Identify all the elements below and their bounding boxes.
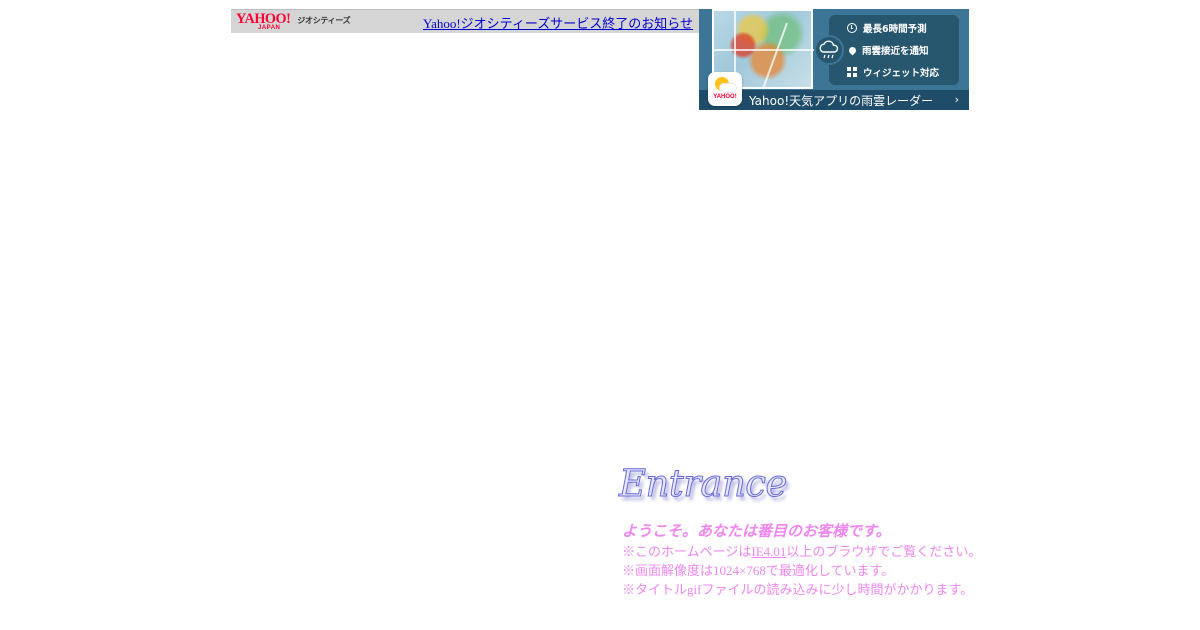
- ad-feature-label: ウィジェット対応: [863, 68, 940, 79]
- clock-icon: [847, 23, 857, 33]
- ad-feature-widget: ウィジェット対応: [847, 65, 939, 79]
- welcome-message: ようこそ。あなたは番目のお客様です。: [622, 522, 891, 540]
- weather-app-icon: YAHOO!: [708, 72, 742, 106]
- ad-cta-text: Yahoo!天気アプリの雨雲レーダー: [749, 94, 934, 108]
- geocities-header-bar: YAHOO! JAPAN ジオシティーズ Yahoo!ジオシティーズサービス終了…: [231, 9, 699, 33]
- loading-time-note: ※タイトルgifファイルの読み込みに少し時間がかかります。: [622, 582, 974, 597]
- ad-feature-label: 雨雲接近を通知: [862, 46, 929, 57]
- service-end-notice-link[interactable]: Yahoo!ジオシティーズサービス終了のお知らせ: [423, 13, 693, 32]
- note-text: 以上のブラウザでご覧ください。: [786, 544, 982, 559]
- yahoo-logo-subtext: JAPAN: [258, 25, 281, 31]
- ie-version-link[interactable]: IE4.01: [751, 544, 786, 559]
- resolution-note: ※画面解像度は1024×768で最適化しています。: [622, 563, 895, 578]
- ad-feature-label: 最長6時間予測: [863, 24, 927, 35]
- widget-icon: [847, 67, 857, 77]
- ad-feature-panel: 最長6時間予測 雨雲接近を通知 ウィジェット対応: [829, 15, 959, 85]
- page: YAHOO! JAPAN ジオシティーズ Yahoo!ジオシティーズサービス終了…: [0, 0, 1200, 630]
- browser-notes: ※このホームページはIE4.01以上のブラウザでご覧ください。 ※画面解像度は1…: [622, 542, 981, 599]
- yahoo-geocities-logo[interactable]: YAHOO! JAPAN ジオシティーズ: [236, 12, 351, 32]
- browser-requirement-note: ※このホームページはIE4.01以上のブラウザでご覧ください。: [622, 542, 981, 561]
- entrance-title: Entrance: [619, 462, 788, 506]
- note-text: ※このホームページは: [622, 544, 752, 559]
- geocities-service-name: ジオシティーズ: [297, 16, 351, 25]
- ad-feature-notify: 雨雲接近を通知: [847, 43, 929, 57]
- app-icon-label: YAHOO!: [713, 94, 737, 100]
- weather-app-ad-banner[interactable]: 最長6時間予測 雨雲接近を通知 ウィジェット対応 Yahoo!天気アプリの雨雲レ…: [699, 9, 969, 110]
- cloud-icon: [720, 84, 736, 92]
- ad-feature-forecast: 最長6時間予測: [847, 21, 927, 35]
- rain-cloud-icon: [814, 35, 844, 65]
- chevron-right-icon: ›: [954, 93, 959, 106]
- pin-icon: [847, 45, 858, 55]
